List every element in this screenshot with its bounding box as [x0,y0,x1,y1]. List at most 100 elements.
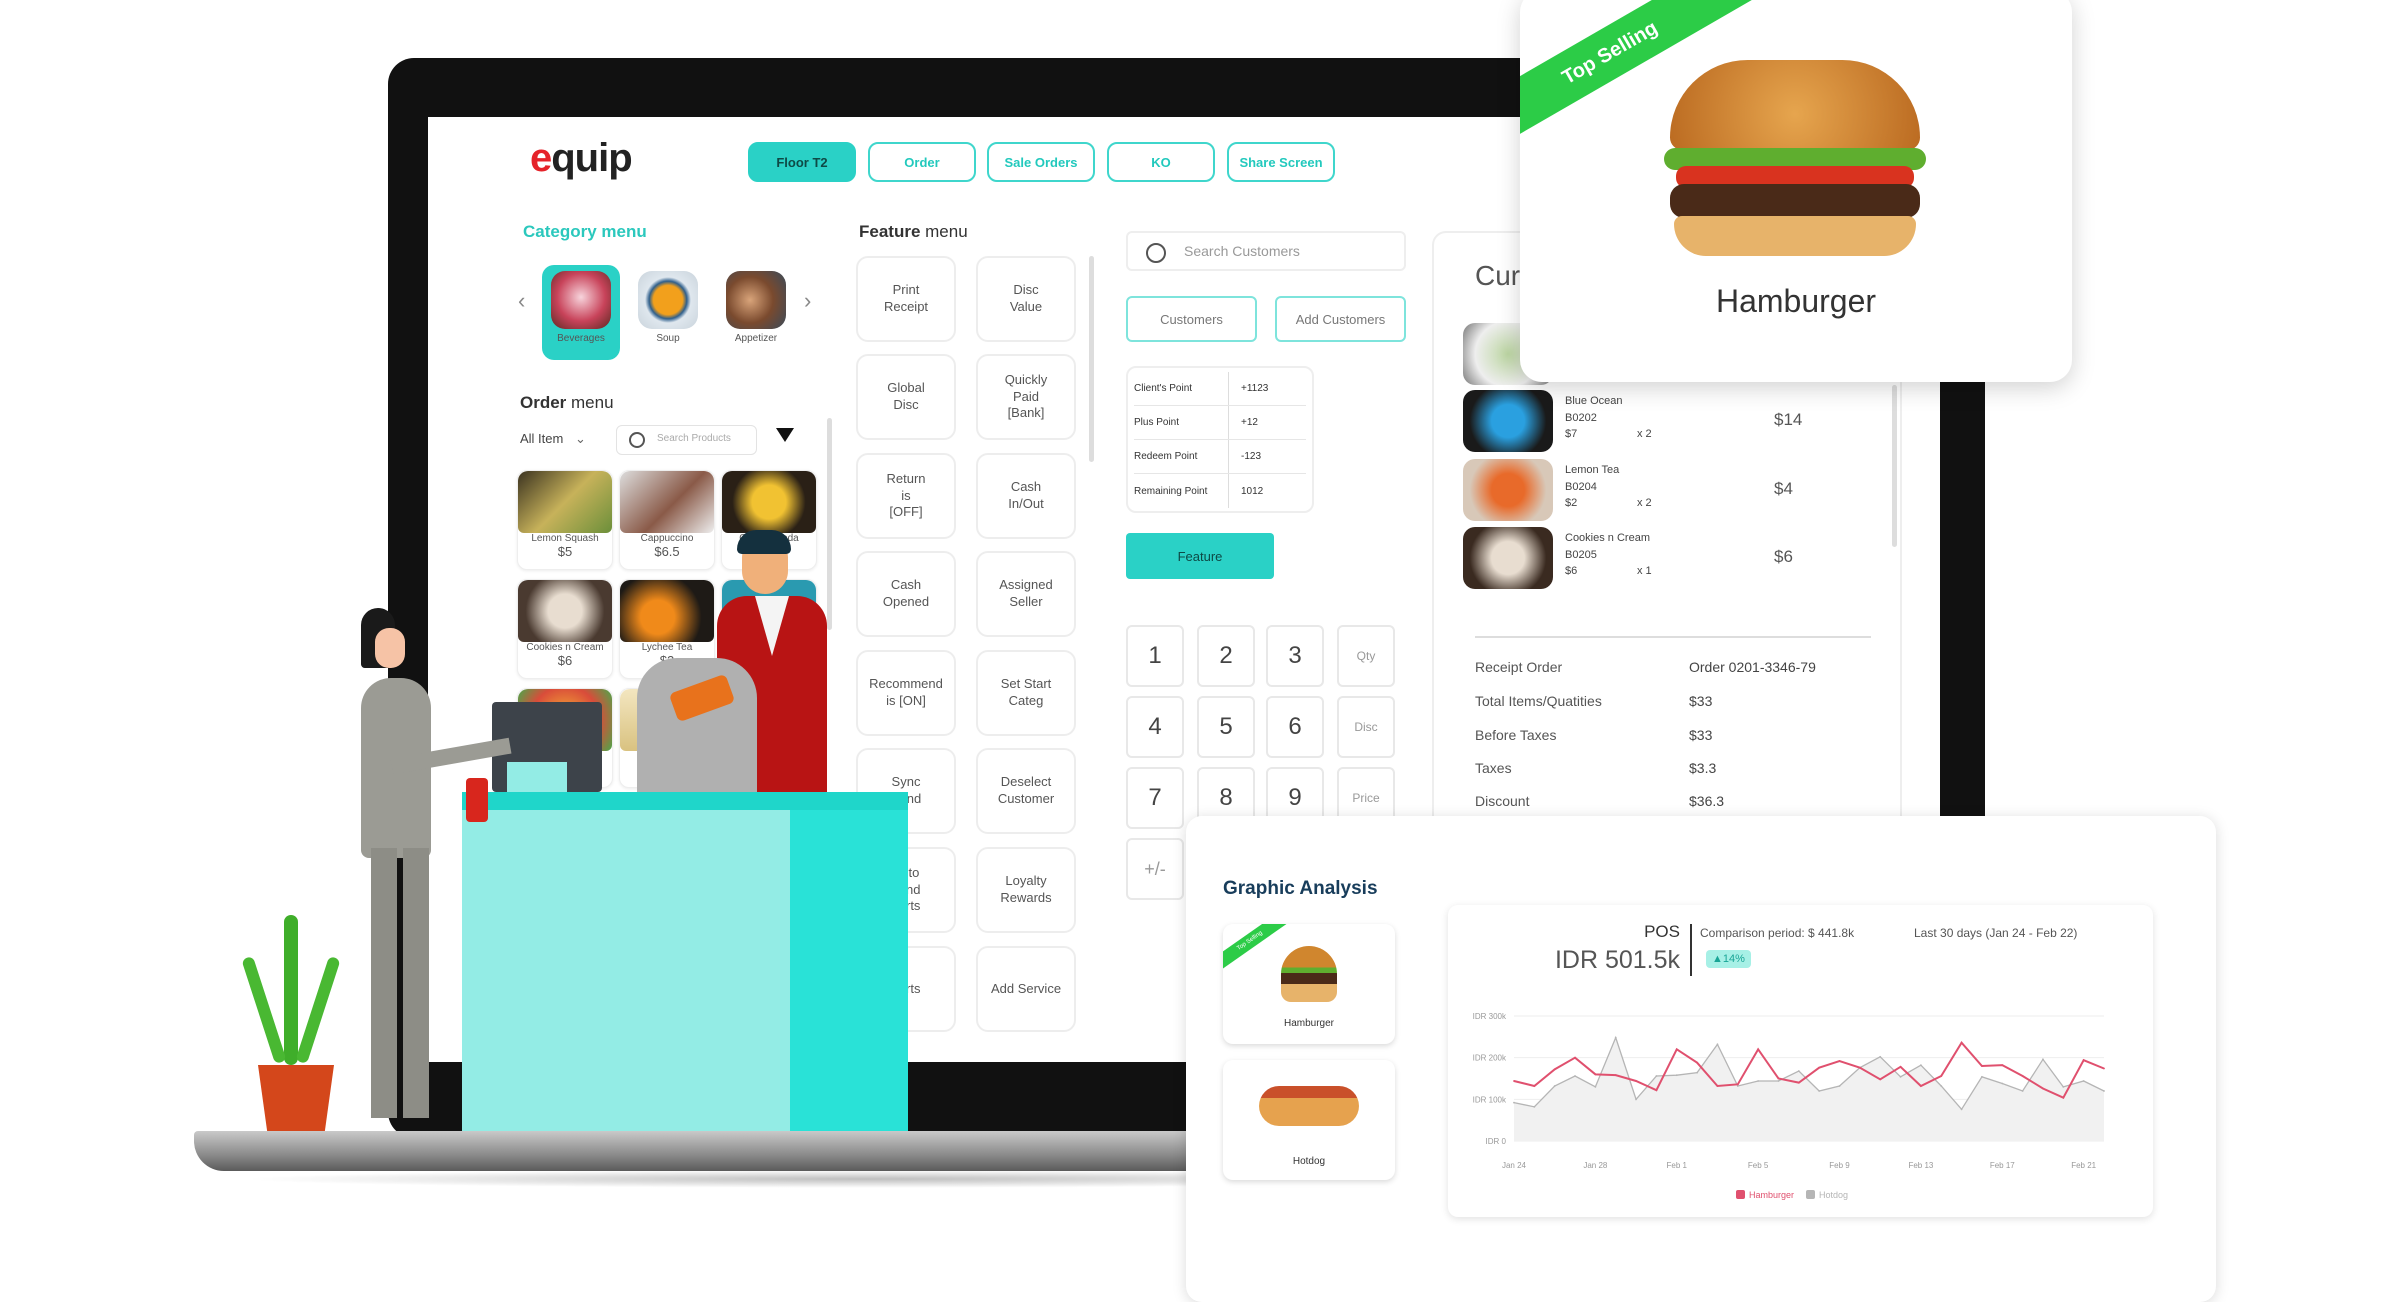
feature-menu-scrollbar[interactable] [1089,256,1094,462]
keypad-key[interactable]: +/- [1126,838,1184,900]
headline-value: IDR 501.5k [1554,946,1680,974]
feature-button[interactable]: Quickly Paid [Bank] [976,354,1076,440]
data-point [1635,1098,1637,1101]
data-point [1940,1075,1943,1077]
keypad-key[interactable]: 6 [1266,696,1324,758]
chevron-right-icon[interactable]: › [804,288,811,314]
data-point [1981,1065,1983,1067]
feature-button[interactable]: Deselect Customer [976,748,1076,834]
points-table: Client's Point +1123 Plus Point +12 Redeem… [1126,366,1314,513]
category-menu-title: Category menu [523,222,647,241]
data-point [1757,1048,1760,1051]
search-products-input[interactable]: Search Products [616,425,757,455]
keypad-key[interactable]: Qty [1337,625,1395,687]
summary-value: $3.3 [1689,760,1717,776]
order-item-total: $6 [1774,547,1793,566]
keypad-key[interactable]: 4 [1126,696,1184,758]
x-tick-label: Jan 24 [1502,1161,1527,1170]
points-row: Plus Point +12 [1134,406,1306,440]
data-point [2082,1080,2085,1082]
tab-share-screen[interactable]: Share Screen [1227,142,1335,182]
data-point [1981,1075,1983,1078]
x-tick-label: Feb 1 [1667,1161,1688,1170]
category-soup[interactable]: Soup [629,265,707,360]
tab-ko[interactable]: KO [1107,142,1215,182]
appetizer-image [726,271,786,329]
x-tick-label: Feb 5 [1748,1161,1769,1170]
comparison-text: Comparison period: $ 441.8k [1700,926,1855,940]
summary-label: Before Taxes [1475,727,1557,743]
customer-woman-illustration [331,608,512,1131]
keypad-key[interactable]: 3 [1266,625,1324,687]
keypad-key[interactable]: 2 [1197,625,1255,687]
keypad-key[interactable]: Disc [1337,696,1395,758]
data-point [1838,1060,1841,1062]
data-point [1919,1085,1922,1087]
y-tick-label: IDR 100k [1473,1095,1507,1104]
tab-floor[interactable]: Floor T2 [748,142,856,182]
points-row: Client's Point +1123 [1134,372,1306,406]
data-point [1574,1056,1576,1059]
data-point [1696,1071,1699,1074]
tab-sale-orders[interactable]: Sale Orders [987,142,1095,182]
tab-order[interactable]: Order [868,142,976,182]
feature-button[interactable]: Disc Value [976,256,1076,342]
category-beverages[interactable]: Beverages [542,265,620,360]
data-point [1960,1041,1963,1044]
data-point [1940,1085,1943,1087]
pos-line-chart: IDR 0 IDR 100k IDR 200k IDR 300k Jan 24 Jan 2… [1473,1012,2105,1200]
keypad-key[interactable]: 1 [1126,625,1184,687]
points-row: Redeem Point -123 [1134,440,1306,474]
y-tick-label: IDR 300k [1473,1012,1507,1021]
order-item-details[interactable]: Cookies n Cream B0205 $6 x 1 [1565,530,1652,580]
feature-button[interactable]: Cash In/Out [976,453,1076,539]
data-point [1777,1080,1780,1082]
feature-button[interactable]: Return is [OFF] [856,453,956,539]
change-badge: ▲14% [1706,950,1751,968]
feature-button[interactable]: Add Service [976,946,1076,1032]
search-icon [629,432,645,448]
filter-icon[interactable] [776,428,794,442]
data-point [1635,1080,1637,1082]
feature-button[interactable]: Print Receipt [856,256,956,342]
chevron-left-icon[interactable]: ‹ [518,288,525,314]
product-card[interactable]: Lemon Squash $5 [517,470,613,570]
feature-button[interactable]: Loyalty Rewards [976,847,1076,933]
data-point [2001,1082,2004,1085]
x-tick-label: Feb 9 [1829,1161,1850,1170]
add-customers-button[interactable]: Add Customers [1275,296,1406,342]
period-text: Last 30 days (Jan 24 - Feb 22) [1914,926,2078,940]
legend-swatch [1806,1190,1815,1199]
y-tick-label: IDR 0 [1486,1137,1507,1146]
order-scrollbar[interactable] [1892,385,1897,547]
keypad-key[interactable]: 7 [1126,767,1184,829]
data-point [1594,1085,1597,1088]
keypad-key[interactable]: 5 [1197,696,1255,758]
feature-button[interactable]: Assigned Seller [976,551,1076,637]
feature-button[interactable]: Cash Opened [856,551,956,637]
search-customers-input[interactable]: Search Customers [1126,231,1406,271]
data-point [1655,1075,1658,1077]
data-point [1818,1090,1821,1092]
feature-button[interactable]: Set Start Categ [976,650,1076,736]
card-label: Hamburger [1283,1018,1335,1029]
data-point [1899,1065,1902,1068]
category-appetizer[interactable]: Appetizer [717,265,795,360]
order-item-image [1463,527,1553,589]
data-point [1675,1048,1678,1051]
item-filter-select[interactable]: All Item ⌄ [520,431,586,447]
product-card-hotdog[interactable]: Hotdog [1223,1060,1395,1180]
customers-button[interactable]: Customers [1126,296,1257,342]
feature-button[interactable]: Global Disc [856,354,956,440]
data-point [1736,1083,1739,1086]
feature-button[interactable]: Feature [1126,533,1274,579]
x-tick-label: Jan 28 [1583,1161,1608,1170]
product-card[interactable]: Cookies n Cream $6 [517,579,613,679]
order-item-image [1463,459,1553,521]
feature-button[interactable]: Recommend is [ON] [856,650,956,736]
order-item-details[interactable]: Blue Ocean B0202 $7 x 2 [1565,393,1652,443]
order-item-details[interactable]: Lemon Tea B0204 $2 x 2 [1565,462,1652,512]
summary-label: Taxes [1475,760,1512,776]
top-selling-card[interactable]: Top Selling Hamburger [1520,0,2072,382]
product-card-hamburger[interactable]: Top Selling Hamburger [1223,924,1395,1044]
